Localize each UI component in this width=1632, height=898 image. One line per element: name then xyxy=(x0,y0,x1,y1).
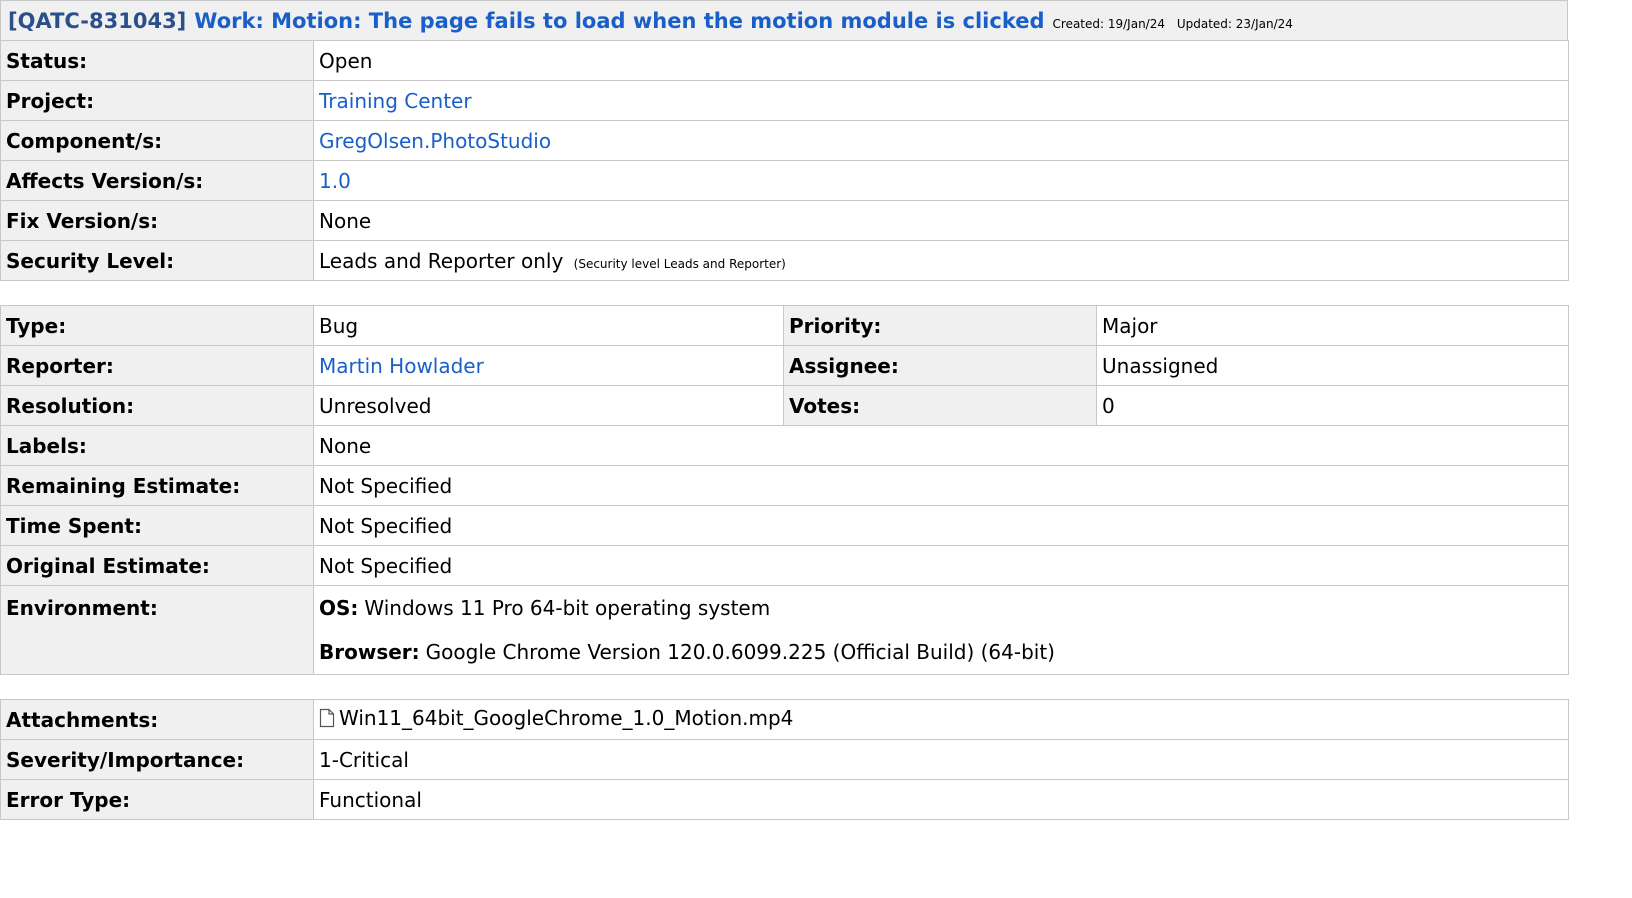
environment-browser-value: Google Chrome Version 120.0.6099.225 (Of… xyxy=(425,640,1055,664)
updated-date: Updated: 23/Jan/24 xyxy=(1176,16,1293,31)
severity-value: 1-Critical xyxy=(313,739,1569,780)
original-estimate-label: Original Estimate: xyxy=(0,545,314,586)
reporter-row: Reporter: Martin Howlader Assignee: Unas… xyxy=(0,345,1569,386)
issue-summary-link[interactable]: Work: Motion: The page fails to load whe… xyxy=(194,9,1044,33)
details-table: Status: Open Project: Training Center Co… xyxy=(0,40,1569,281)
type-value: Bug xyxy=(313,305,784,346)
original-estimate-value: Not Specified xyxy=(313,545,1569,586)
affects-version-row: Affects Version/s: 1.0 xyxy=(0,160,1569,201)
component-link[interactable]: GregOlsen.PhotoStudio xyxy=(319,129,551,153)
type-label: Type: xyxy=(0,305,314,346)
severity-row: Severity/Importance: 1-Critical xyxy=(0,739,1569,780)
labels-label: Labels: xyxy=(0,425,314,466)
labels-value: None xyxy=(313,425,1569,466)
environment-os: OS: Windows 11 Pro 64-bit operating syst… xyxy=(315,587,1568,631)
security-level-label: Security Level: xyxy=(0,240,314,281)
labels-row: Labels: None xyxy=(0,425,1569,466)
resolution-row: Resolution: Unresolved Votes: 0 xyxy=(0,385,1569,426)
affects-version-link[interactable]: 1.0 xyxy=(319,169,351,193)
affects-version-label: Affects Version/s: xyxy=(0,160,314,201)
assignee-value: Unassigned xyxy=(1096,345,1569,386)
file-icon xyxy=(319,708,335,733)
issue-header: [QATC-831043] Work: Motion: The page fai… xyxy=(0,0,1568,40)
environment-browser: Browser: Google Chrome Version 120.0.609… xyxy=(315,630,1568,674)
remaining-estimate-value: Not Specified xyxy=(313,465,1569,506)
error-type-row: Error Type: Functional xyxy=(0,779,1569,820)
priority-label: Priority: xyxy=(783,305,1097,346)
project-label: Project: xyxy=(0,80,314,121)
attachment-file-name[interactable]: Win11_64bit_GoogleChrome_1.0_Motion.mp4 xyxy=(339,706,793,730)
resolution-value: Unresolved xyxy=(313,385,784,426)
error-type-value: Functional xyxy=(313,779,1569,820)
security-level-row: Security Level: Leads and Reporter only … xyxy=(0,240,1569,281)
reporter-link[interactable]: Martin Howlader xyxy=(319,354,484,378)
remaining-estimate-label: Remaining Estimate: xyxy=(0,465,314,506)
environment-label: Environment: xyxy=(0,585,314,675)
component-row: Component/s: GregOlsen.PhotoStudio xyxy=(0,120,1569,161)
environment-os-value: Windows 11 Pro 64-bit operating system xyxy=(364,596,771,620)
custom-fields-table: Attachments: Win11_64bit_GoogleChrome_1.… xyxy=(0,699,1569,820)
votes-value: 0 xyxy=(1096,385,1569,426)
status-row: Status: Open xyxy=(0,40,1569,81)
error-type-label: Error Type: xyxy=(0,779,314,820)
time-spent-row: Time Spent: Not Specified xyxy=(0,505,1569,546)
issue-key-link[interactable]: [QATC-831043] xyxy=(8,9,186,33)
time-spent-value: Not Specified xyxy=(313,505,1569,546)
fix-version-value: None xyxy=(313,200,1569,241)
project-link[interactable]: Training Center xyxy=(319,89,472,113)
reporter-label: Reporter: xyxy=(0,345,314,386)
assignee-label: Assignee: xyxy=(783,345,1097,386)
environment-os-label: OS: xyxy=(319,596,359,620)
environment-row: Environment: OS: Windows 11 Pro 64-bit o… xyxy=(0,585,1569,675)
votes-label: Votes: xyxy=(783,385,1097,426)
project-row: Project: Training Center xyxy=(0,80,1569,121)
attachments-row: Attachments: Win11_64bit_GoogleChrome_1.… xyxy=(0,699,1569,740)
resolution-label: Resolution: xyxy=(0,385,314,426)
status-value: Open xyxy=(313,40,1569,81)
fix-version-label: Fix Version/s: xyxy=(0,200,314,241)
priority-value: Major xyxy=(1096,305,1569,346)
environment-value: OS: Windows 11 Pro 64-bit operating syst… xyxy=(313,585,1569,675)
severity-label: Severity/Importance: xyxy=(0,739,314,780)
fix-version-row: Fix Version/s: None xyxy=(0,200,1569,241)
status-label: Status: xyxy=(0,40,314,81)
component-label: Component/s: xyxy=(0,120,314,161)
issue-view: [QATC-831043] Work: Motion: The page fai… xyxy=(0,0,1569,820)
security-level-note: (Security level Leads and Reporter) xyxy=(573,256,786,271)
people-table: Type: Bug Priority: Major Reporter: Mart… xyxy=(0,305,1569,675)
time-spent-label: Time Spent: xyxy=(0,505,314,546)
issue-dates: Created: 19/Jan/24 Updated: 23/Jan/24 xyxy=(1053,17,1301,31)
type-row: Type: Bug Priority: Major xyxy=(0,305,1569,346)
security-level-value: Leads and Reporter only xyxy=(319,248,564,273)
attachments-label: Attachments: xyxy=(0,699,314,740)
environment-browser-label: Browser: xyxy=(319,640,420,664)
original-estimate-row: Original Estimate: Not Specified xyxy=(0,545,1569,586)
created-date: Created: 19/Jan/24 xyxy=(1052,16,1165,31)
remaining-estimate-row: Remaining Estimate: Not Specified xyxy=(0,465,1569,506)
